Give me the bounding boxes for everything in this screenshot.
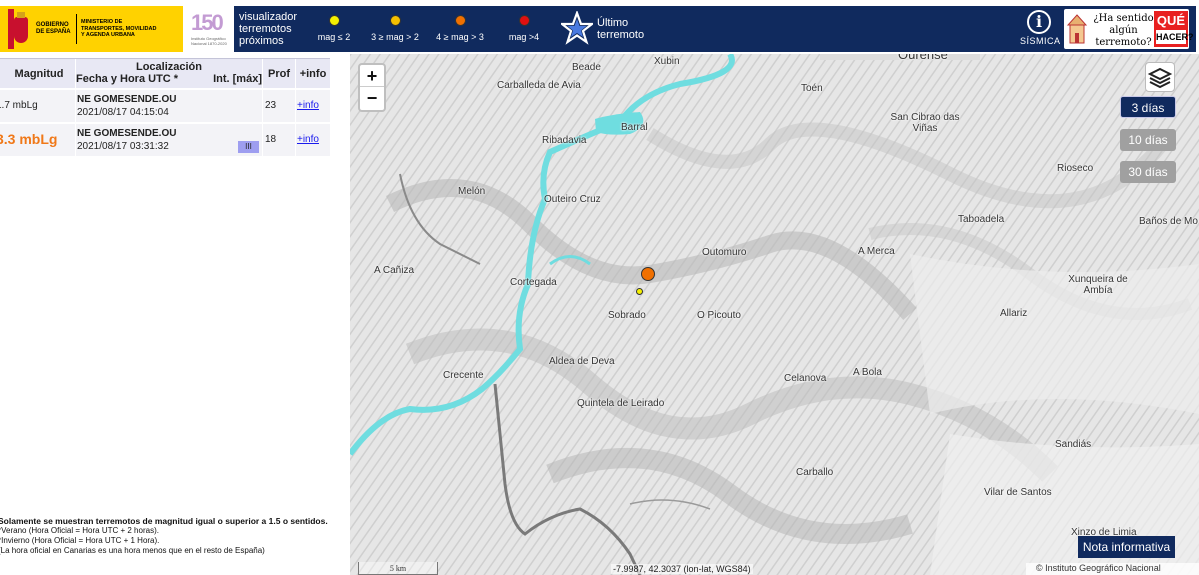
- felt-report-button[interactable]: ¿Ha sentido algún terremoto? QUÉ HACER?: [1064, 9, 1194, 49]
- felt-question: ¿Ha sentido algún terremoto?: [1093, 13, 1154, 48]
- legend-dot-orange: [454, 15, 466, 26]
- place-label: Beade: [572, 62, 601, 73]
- place-label: O Picouto: [697, 310, 741, 321]
- anniv-text: Instituto Geográfico Nacional 1870-2020: [191, 36, 227, 46]
- place-label: Xunqueira de Ambía: [1068, 274, 1128, 296]
- place-label: Quintela de Leirado: [577, 398, 665, 409]
- place-label: Allariz: [1000, 308, 1028, 319]
- place-label: Melón: [458, 186, 486, 197]
- row-place: NE GOMESENDE.OU: [77, 128, 177, 139]
- app-header: GOBIERNO DE ESPAÑA MINISTERIO DE TRANSPO…: [0, 0, 1199, 54]
- row-more-info-link[interactable]: +info: [297, 100, 319, 111]
- place-label: Ourense: [898, 54, 948, 62]
- table-row[interactable]: 3.3 mbLg NE GOMESENDE.OU 2021/08/17 03:3…: [0, 124, 330, 156]
- place-label: Rioseco: [1057, 163, 1094, 174]
- que-hacer-button[interactable]: QUÉ HACER?: [1154, 11, 1194, 47]
- row-magnitude: 3.3 mbLg: [0, 131, 58, 147]
- place-label: A Cañiza: [374, 265, 415, 276]
- row-depth: 23: [265, 100, 277, 111]
- scale-bar: 5 km: [358, 562, 438, 575]
- spain-shield-icon: [8, 9, 28, 49]
- zoom-in-button[interactable]: +: [360, 65, 384, 87]
- quake-marker-1-7[interactable]: [636, 288, 643, 295]
- place-label: Barral: [621, 122, 648, 133]
- place-label: Aldea de Deva: [549, 356, 615, 367]
- map-attribution: © Instituto Geográfico Nacional: [1026, 563, 1199, 575]
- zoom-out-button[interactable]: −: [360, 87, 384, 109]
- legend-dot-yellow: [328, 15, 340, 26]
- quake-marker-3-3[interactable]: [641, 267, 655, 281]
- place-label: Taboadela: [958, 214, 1005, 225]
- star-icon: [561, 11, 593, 45]
- legend-mag-le-2: mag ≤ 2: [304, 15, 364, 42]
- house-icon: [1067, 14, 1087, 44]
- layers-icon: [1147, 67, 1173, 89]
- place-label: Outeiro Cruz: [544, 194, 601, 205]
- filter-3-days-button[interactable]: 3 días: [1120, 96, 1176, 118]
- place-label: A Merca: [858, 246, 895, 257]
- legend-mag-gt-4: mag >4: [494, 15, 554, 42]
- earthquake-list-panel: Magnitud Localización Fecha y Hora UTC *…: [0, 54, 350, 575]
- place-label: Outomuro: [702, 247, 747, 258]
- ministry-label: MINISTERIO DE TRANSPORTES, MOVILIDAD Y A…: [81, 19, 157, 39]
- last-quake-label[interactable]: Último terremoto: [597, 17, 657, 41]
- row-date: 2021/08/17 04:15:04: [77, 107, 169, 118]
- place-label: Cortegada: [510, 277, 557, 288]
- col-magnitud[interactable]: Magnitud: [0, 59, 74, 89]
- col-more: +info: [299, 68, 327, 80]
- filter-10-days-button[interactable]: 10 días: [1120, 129, 1176, 151]
- row-magnitude: 1.7 mbLg: [0, 100, 38, 111]
- place-label: Crecente: [443, 370, 484, 381]
- layers-button[interactable]: [1145, 62, 1175, 92]
- place-label: Toén: [801, 83, 823, 94]
- map-terrain: [350, 54, 1199, 575]
- nota-informativa-button[interactable]: Nota informativa: [1078, 536, 1175, 558]
- place-label: Ribadavia: [542, 135, 587, 146]
- legend-mag-2-3: 3 ≥ mag > 2: [365, 15, 425, 42]
- footnotes: Solamente se muestran terremotos de magn…: [0, 516, 328, 555]
- row-depth: 18: [265, 134, 277, 145]
- viewer-bar: visualizador terremotos próximos mag ≤ 2…: [234, 6, 1196, 52]
- legend-dot-red: [518, 15, 530, 26]
- place-label: A Bola: [853, 367, 882, 378]
- government-logo[interactable]: GOBIERNO DE ESPAÑA MINISTERIO DE TRANSPO…: [0, 6, 183, 52]
- col-prof[interactable]: Prof: [263, 59, 295, 89]
- table-row[interactable]: 1.7 mbLg NE GOMESENDE.OU 2021/08/17 04:1…: [0, 90, 330, 122]
- coordinate-readout: -7.9987, 42.3037 (lon-lat, WGS84): [611, 564, 753, 574]
- row-date: 2021/08/17 03:31:32: [77, 141, 169, 152]
- place-label: Sandiás: [1055, 439, 1092, 450]
- earthquake-map[interactable]: Ourense Xubin Beade Carballeda de Avia T…: [350, 54, 1199, 575]
- place-label: Xubin: [654, 56, 680, 67]
- place-label: Carballeda de Avia: [497, 80, 581, 91]
- ign-150-logo[interactable]: 150 Instituto Geográfico Nacional 1870-2…: [191, 10, 229, 50]
- zoom-control: + −: [358, 63, 386, 112]
- filter-30-days-button[interactable]: 30 días: [1120, 161, 1176, 183]
- place-label: Sobrado: [608, 310, 646, 321]
- gov-label: GOBIERNO DE ESPAÑA: [36, 22, 71, 35]
- row-more-info-link[interactable]: +info: [297, 134, 319, 145]
- row-intensity-badge: III: [238, 141, 259, 153]
- legend-mag-3-4: 4 ≥ mag > 3: [430, 15, 490, 42]
- row-place: NE GOMESENDE.OU: [77, 94, 177, 105]
- legend-dot-amber: [389, 15, 401, 26]
- col-localizacion[interactable]: Localización Fecha y Hora UTC * Int. [má…: [76, 59, 262, 89]
- place-label: San Cibrao das Viñas: [890, 112, 960, 134]
- anniv-number: 150: [191, 10, 224, 35]
- place-label: Baños de Mo: [1139, 216, 1198, 227]
- info-icon: i: [1027, 10, 1051, 34]
- place-label: Carballo: [796, 467, 834, 478]
- table-header: Magnitud Localización Fecha y Hora UTC *…: [0, 58, 330, 89]
- sismica-info-button[interactable]: i SÍSMICA: [1020, 10, 1060, 46]
- place-label: Celanova: [784, 373, 827, 384]
- place-label: Vilar de Santos: [984, 487, 1052, 498]
